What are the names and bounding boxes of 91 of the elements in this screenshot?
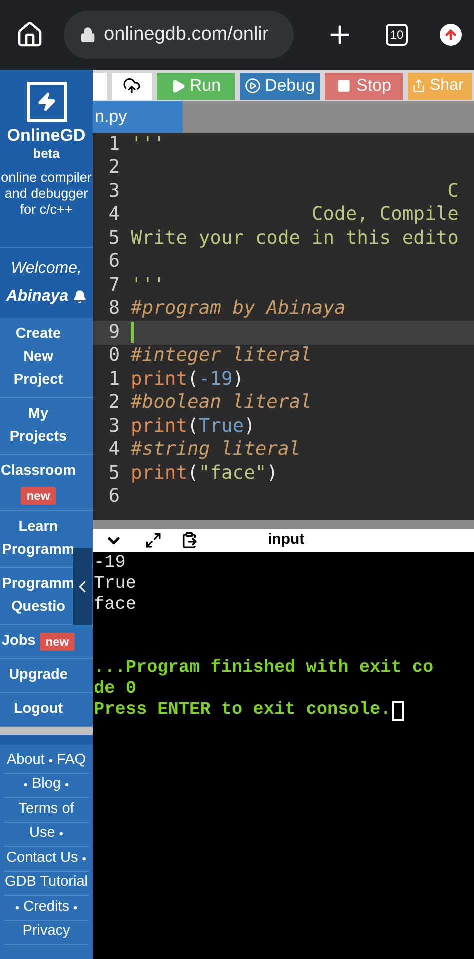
user-name[interactable]: Abinaya — [6, 285, 69, 309]
menu-item[interactable]: Jobs new — [0, 625, 93, 659]
welcome-text: Welcome, — [11, 259, 82, 279]
code-line: Code, Compile — [310, 203, 459, 228]
output-line: -19 — [94, 553, 126, 573]
console-output[interactable]: -19 True face ...Program finished with exit co de 0 Press ENTER to exit console. — [93, 552, 474, 959]
line-number: 9 — [108, 320, 121, 345]
line-number: 7 — [108, 274, 121, 298]
menu-label: My Projects — [8, 405, 68, 447]
footer-link[interactable]: Terms of — [18, 798, 74, 821]
url-text: onlinegdb.com/onlir — [104, 22, 269, 47]
bullet-separator: • — [73, 900, 78, 917]
output-line: face — [94, 595, 136, 615]
output-line: True — [94, 574, 136, 594]
line-number: 6 — [108, 250, 121, 274]
bullet-separator: • — [65, 777, 70, 794]
bullet-separator: • — [59, 826, 64, 844]
line-number: 0 — [108, 344, 121, 368]
play-icon — [170, 78, 186, 94]
bullet-separator: • — [15, 900, 20, 917]
bell-icon[interactable] — [72, 290, 87, 304]
line-number: 5 — [108, 462, 121, 486]
menu-label: Jobs — [2, 632, 36, 651]
line-number: 6 — [108, 485, 121, 510]
code-line: #program by Abinaya — [131, 297, 346, 322]
circle-play-icon — [244, 78, 261, 94]
tab-count[interactable]: 10 — [386, 24, 408, 46]
stop-button[interactable]: Stop — [325, 72, 403, 100]
footer-link[interactable]: GDB Tutorial — [5, 872, 88, 894]
new-badge: new — [40, 632, 76, 650]
line-number: 8 — [108, 297, 121, 322]
code-line: Write your code in this edito — [131, 226, 459, 251]
line-number: 2 — [108, 156, 121, 180]
code-line: ''' — [131, 133, 165, 157]
bullet-separator: • — [48, 752, 54, 770]
code-line: #string literal — [131, 438, 301, 462]
menu-label: Create New Project — [12, 325, 64, 390]
line-number: 4 — [108, 203, 121, 228]
prompt-line: Press ENTER to exit console. — [94, 700, 392, 721]
status-line: ...Program finished with exit co — [94, 658, 434, 678]
status-line: de 0 — [94, 679, 136, 699]
upload-button[interactable] — [112, 72, 152, 100]
bullet-separator: • — [82, 850, 86, 868]
logo-subtitle: beta — [33, 146, 60, 162]
upload-icon — [123, 77, 141, 95]
new-badge: new — [20, 487, 56, 505]
line-number: 3 — [108, 414, 121, 439]
code-line: #integer literal — [131, 344, 312, 368]
menu-label: Logout — [14, 700, 64, 719]
file-tab[interactable]: n.py — [93, 101, 183, 133]
line-number: 2 — [108, 391, 121, 416]
lock-icon — [80, 27, 96, 43]
code-line: ''' — [131, 274, 165, 298]
menu-label: Classroom — [1, 462, 76, 481]
console-cursor — [392, 700, 404, 720]
address-bar[interactable]: onlinegdb.com/onlir — [64, 11, 294, 59]
tagline: online compiler and debugger for c/c++ — [0, 170, 93, 218]
footer-link[interactable]: Blog — [32, 774, 62, 796]
footer-link[interactable]: About — [6, 750, 45, 772]
update-icon[interactable] — [440, 24, 462, 46]
bullet-separator: • — [24, 777, 28, 794]
square-icon — [336, 79, 350, 93]
code-editor[interactable]: 1 ''' 2 3 C 4 Code, Compile 5 Write your code in this edito 6 7 ''' 8 #program by Abinaya 9 0 #integer literal 1 print(-19) 2 #boolean literal 3 print(True) 4 #string literal 5 print("face") 6 — [93, 133, 474, 520]
expand-icon[interactable] — [145, 532, 162, 549]
text-cursor — [131, 322, 134, 344]
debug-button[interactable]: Debug — [240, 72, 320, 100]
logo-icon[interactable] — [26, 82, 66, 122]
input-tab[interactable]: input — [268, 529, 305, 552]
menu-item[interactable]: Classroom new — [0, 455, 93, 511]
clipboard-icon[interactable] — [181, 532, 198, 549]
footer-link[interactable]: Contact Us — [6, 848, 78, 870]
menu-label: Learn Programm — [2, 518, 75, 560]
code-line: print(-19) — [131, 368, 244, 392]
code-line: #boolean literal — [131, 391, 312, 416]
home-icon[interactable] — [16, 21, 44, 49]
code-line: C — [446, 180, 459, 204]
footer-link[interactable]: Credits — [24, 896, 70, 919]
line-number: 1 — [108, 133, 121, 157]
line-number: 3 — [108, 180, 121, 204]
code-line: print("face") — [131, 462, 278, 486]
share-icon — [412, 79, 426, 93]
line-number: 5 — [108, 226, 121, 251]
footer-link[interactable]: FAQ — [57, 750, 86, 772]
code-line: print(True) — [131, 414, 256, 439]
footer-link[interactable]: Privacy — [22, 921, 70, 944]
line-number: 4 — [108, 438, 121, 462]
menu-label: Upgrade — [9, 666, 68, 685]
menu-label: Programm Questio — [2, 575, 75, 617]
line-number: 1 — [108, 368, 121, 392]
logo-title[interactable]: OnlineGD — [7, 126, 86, 146]
footer-link[interactable]: Use — [30, 823, 56, 846]
